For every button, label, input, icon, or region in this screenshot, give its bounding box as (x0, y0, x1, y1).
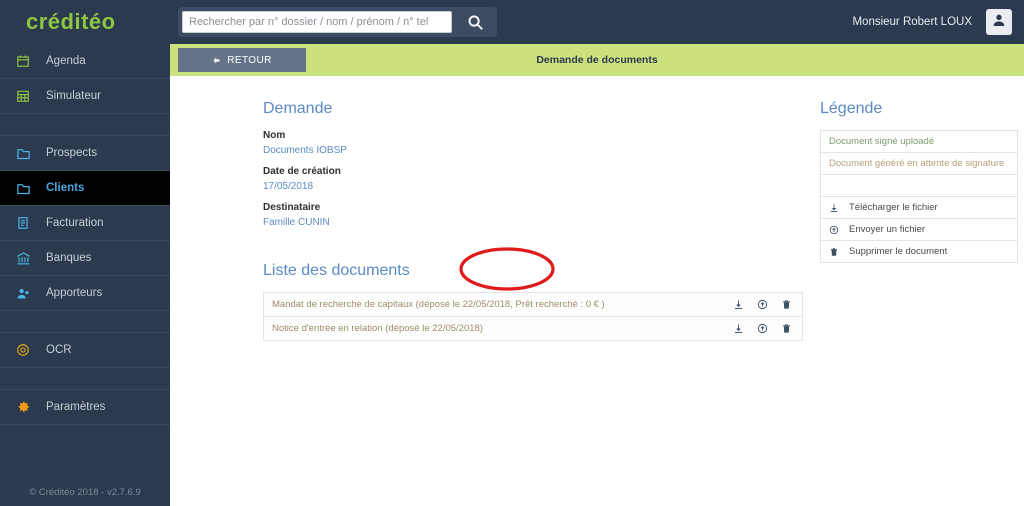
sidebar-item-label: Simulateur (46, 90, 101, 102)
ocr-icon (0, 343, 46, 357)
legend-label: Télécharger le fichier (849, 202, 938, 213)
sidebar-item-facturation[interactable]: Facturation (0, 206, 170, 241)
field-value-nom[interactable]: Documents IOBSP (263, 145, 813, 156)
upload-icon[interactable] (757, 323, 768, 334)
sidebar-item-banques[interactable]: Banques (0, 241, 170, 276)
table-row: Notice d'entrée en relation (déposé le 2… (264, 317, 802, 341)
sidebar-item-agenda[interactable]: Agenda (0, 44, 170, 79)
sidebar-item-prospects[interactable]: Prospects (0, 136, 170, 171)
app-logo[interactable]: créditéo (0, 0, 170, 44)
legend-item-signed: Document signé uploadé (821, 131, 1017, 153)
legende-list: Document signé uploadé Document généré e… (820, 130, 1018, 263)
back-button[interactable]: RETOUR (178, 48, 306, 72)
sub-bar: RETOUR Demande de documents (170, 44, 1024, 76)
user-name: Monsieur Robert LOUX (852, 16, 972, 28)
document-label: Mandat de recherche de capitaux (déposé … (272, 299, 605, 310)
invoice-icon (0, 216, 46, 230)
field-value-destinataire[interactable]: Famille CUNIN (263, 217, 813, 228)
row-actions (733, 299, 794, 310)
sidebar-item-parametres[interactable]: Paramètres (0, 390, 170, 425)
app-root: créditéo Monsieur Robert LOUX (0, 0, 1024, 506)
trash-icon[interactable] (781, 323, 792, 334)
user-block: Monsieur Robert LOUX (852, 0, 1012, 44)
top-bar: créditéo Monsieur Robert LOUX (0, 0, 1024, 44)
search-container (178, 7, 497, 37)
legend-item-pending: Document généré en attente de signature (821, 153, 1017, 175)
demande-heading: Demande (263, 100, 333, 117)
calendar-icon (0, 54, 46, 68)
legende-panel: Légende Document signé uploadé Document … (820, 100, 1020, 263)
field-label-destinataire: Destinataire (263, 202, 321, 213)
legend-label: Envoyer un fichier (849, 224, 926, 235)
sidebar-item-simulateur[interactable]: Simulateur (0, 79, 170, 114)
field-label-nom: Nom (263, 130, 286, 141)
sidebar-spacer-2 (0, 311, 170, 333)
documents-list: Mandat de recherche de capitaux (déposé … (263, 292, 803, 341)
legend-item-delete: Supprimer le document (821, 241, 1017, 263)
sidebar: Agenda Simulateur Prospects Clients Fact… (0, 44, 170, 506)
sidebar-spacer-1 (0, 114, 170, 136)
field-label-date: Date de création (263, 166, 341, 177)
sidebar-item-label: Banques (46, 252, 92, 264)
sidebar-item-label: Paramètres (46, 401, 106, 413)
legend-label: Document généré en attente de signature (829, 158, 1005, 169)
upload-icon[interactable] (757, 299, 768, 310)
sidebar-item-label: Facturation (46, 217, 104, 229)
sidebar-item-apporteurs[interactable]: Apporteurs (0, 276, 170, 311)
back-button-label: RETOUR (227, 54, 272, 66)
avatar[interactable] (986, 9, 1012, 35)
user-icon (991, 12, 1007, 33)
folder-icon (0, 181, 46, 196)
sidebar-item-label: Apporteurs (46, 287, 103, 299)
bank-icon (0, 251, 46, 266)
demande-panel: Demande Nom Documents IOBSP Date de créa… (263, 100, 813, 341)
documents-heading: Liste des documents (263, 262, 410, 279)
document-label: Notice d'entrée en relation (déposé le 2… (272, 323, 483, 334)
row-actions (733, 323, 794, 334)
sidebar-item-ocr[interactable]: OCR (0, 333, 170, 368)
legend-label: Document signé uploadé (829, 136, 935, 147)
search-input[interactable] (182, 11, 452, 33)
legende-heading: Légende (820, 100, 883, 117)
download-icon (829, 203, 843, 213)
sidebar-item-label: Clients (46, 182, 85, 194)
trash-icon[interactable] (781, 299, 792, 310)
grid-icon (0, 89, 46, 103)
search-icon (467, 14, 484, 31)
upload-icon (829, 225, 843, 235)
legend-item-blank (821, 175, 1017, 197)
main-content: Demande Nom Documents IOBSP Date de créa… (170, 76, 1024, 506)
sidebar-spacer-3 (0, 368, 170, 390)
sidebar-item-label: OCR (46, 344, 72, 356)
handshake-icon (0, 286, 46, 301)
download-icon[interactable] (733, 323, 744, 334)
legend-label: Supprimer le document (849, 246, 948, 257)
legend-item-upload: Envoyer un fichier (821, 219, 1017, 241)
sidebar-footer: © Créditéo 2018 - v2.7.6.9 (29, 487, 141, 498)
sidebar-item-label: Agenda (46, 55, 86, 67)
download-icon[interactable] (733, 299, 744, 310)
legend-item-download: Télécharger le fichier (821, 197, 1017, 219)
trash-icon (829, 247, 843, 257)
gear-icon (0, 400, 46, 414)
table-row: Mandat de recherche de capitaux (déposé … (264, 293, 802, 317)
folder-icon (0, 146, 46, 161)
arrow-left-icon (212, 56, 221, 65)
field-value-date[interactable]: 17/05/2018 (263, 181, 813, 192)
sidebar-item-clients[interactable]: Clients (0, 171, 170, 206)
sidebar-item-label: Prospects (46, 147, 98, 159)
search-button[interactable] (457, 10, 493, 34)
